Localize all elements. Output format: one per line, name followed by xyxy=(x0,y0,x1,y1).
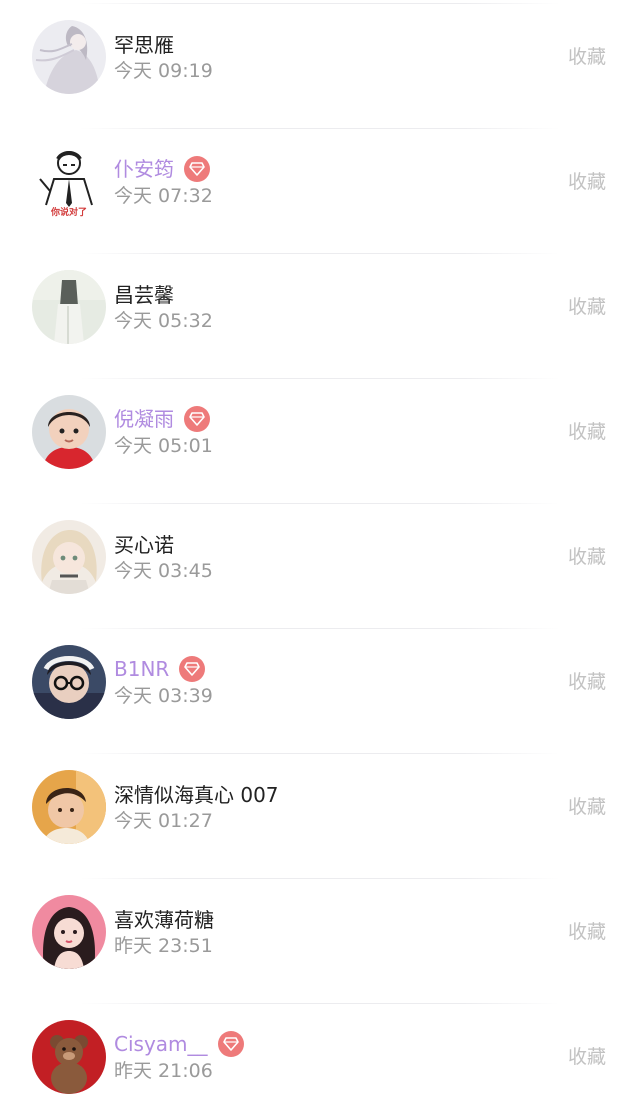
favorite-button[interactable]: 收藏 xyxy=(568,669,606,695)
avatar[interactable] xyxy=(32,895,106,969)
diamond-icon xyxy=(184,406,210,432)
name-line: 倪凝雨 xyxy=(114,404,210,434)
user-avatar-child xyxy=(32,395,106,469)
user-avatar-girl-pink xyxy=(32,895,106,969)
favorite-button[interactable]: 收藏 xyxy=(568,419,606,445)
name-line: 喜欢薄荷糖 xyxy=(114,905,214,935)
avatar-caption: 你说对了 xyxy=(50,206,87,218)
timestamp: 今天 03:39 xyxy=(114,685,213,707)
user-name[interactable]: 买心诺 xyxy=(114,530,174,560)
favorite-button[interactable]: 收藏 xyxy=(568,544,606,570)
avatar[interactable] xyxy=(32,1020,106,1094)
user-name[interactable]: B1NR xyxy=(114,654,169,684)
timestamp: 昨天 23:51 xyxy=(114,935,213,957)
user-name[interactable]: 昌芸馨 xyxy=(114,280,174,310)
name-line: Cisyam__ xyxy=(114,1029,244,1059)
avatar[interactable] xyxy=(32,395,106,469)
list-item[interactable]: B1NR 今天 03:39 收藏 xyxy=(0,625,640,750)
user-avatar-figure xyxy=(32,270,106,344)
name-line: 罕思雁 xyxy=(114,30,174,60)
user-name[interactable]: 倪凝雨 xyxy=(114,404,174,434)
user-avatar-teddy-bear xyxy=(32,1020,106,1094)
avatar[interactable] xyxy=(32,520,106,594)
diamond-icon xyxy=(217,1031,244,1057)
name-line: 买心诺 xyxy=(114,530,174,560)
user-name[interactable]: 深情似海真心 007 xyxy=(114,780,279,810)
user-name[interactable]: 喜欢薄荷糖 xyxy=(114,905,214,935)
timestamp: 今天 07:32 xyxy=(114,185,213,207)
name-line: 深情似海真心 007 xyxy=(114,780,279,810)
user-avatar-meme-man: 你说对了 xyxy=(32,145,106,219)
timestamp: 昨天 21:06 xyxy=(114,1060,213,1082)
list-item[interactable]: 罕思雁 今天 09:19 收藏 xyxy=(0,0,640,125)
timestamp: 今天 05:01 xyxy=(114,435,213,457)
avatar[interactable]: 你说对了 xyxy=(32,145,106,219)
favorite-button[interactable]: 收藏 xyxy=(568,919,606,945)
user-name[interactable]: 仆安筠 xyxy=(114,154,174,184)
name-line: 仆安筠 xyxy=(114,154,210,184)
user-avatar-anime-blonde xyxy=(32,520,106,594)
favorite-button[interactable]: 收藏 xyxy=(568,294,606,320)
favorite-button[interactable]: 收藏 xyxy=(568,44,606,70)
timestamp: 今天 05:32 xyxy=(114,310,213,332)
list-item[interactable]: 昌芸馨 今天 05:32 收藏 xyxy=(0,250,640,375)
avatar[interactable] xyxy=(32,20,106,94)
name-line: B1NR xyxy=(114,654,206,684)
list-item[interactable]: 买心诺 今天 03:45 收藏 xyxy=(0,500,640,625)
avatar[interactable] xyxy=(32,770,106,844)
user-name[interactable]: Cisyam__ xyxy=(114,1029,208,1059)
list-item[interactable]: Cisyam__ 昨天 21:06 收藏 xyxy=(0,1000,640,1095)
user-avatar-anime-girl xyxy=(32,20,106,94)
favorite-button[interactable]: 收藏 xyxy=(568,1044,606,1070)
list-item[interactable]: 深情似海真心 007 今天 01:27 收藏 xyxy=(0,750,640,875)
avatar[interactable] xyxy=(32,270,106,344)
timestamp: 今天 03:45 xyxy=(114,560,213,582)
list-item[interactable]: 倪凝雨 今天 05:01 收藏 xyxy=(0,375,640,500)
diamond-icon xyxy=(184,156,210,182)
favorite-button[interactable]: 收藏 xyxy=(568,794,606,820)
favorite-button[interactable]: 收藏 xyxy=(568,169,606,195)
list-item[interactable]: 喜欢薄荷糖 昨天 23:51 收藏 xyxy=(0,875,640,1000)
timestamp: 今天 09:19 xyxy=(114,60,213,82)
user-avatar-glasses-boy xyxy=(32,645,106,719)
timestamp: 今天 01:27 xyxy=(114,810,213,832)
avatar[interactable] xyxy=(32,645,106,719)
user-avatar-boy-warm xyxy=(32,770,106,844)
user-name[interactable]: 罕思雁 xyxy=(114,30,174,60)
list-item[interactable]: 你说对了 仆安筠 今天 07:32 收藏 xyxy=(0,125,640,250)
diamond-icon xyxy=(179,656,206,682)
name-line: 昌芸馨 xyxy=(114,280,174,310)
